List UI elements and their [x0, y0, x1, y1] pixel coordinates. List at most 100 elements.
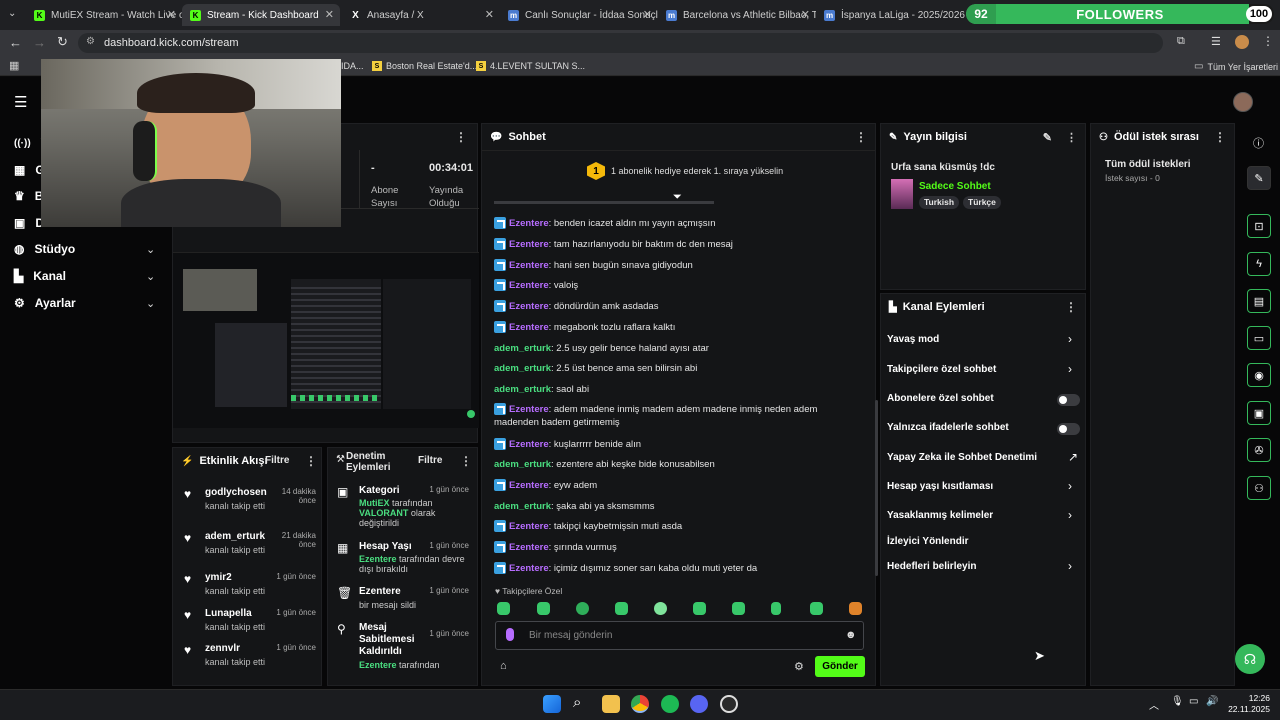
emote-icon[interactable]	[537, 602, 550, 615]
hamburger-menu-icon[interactable]: ☰	[14, 93, 27, 111]
extensions-icon[interactable]: ⧉	[1177, 35, 1185, 48]
emote-icon[interactable]	[654, 602, 667, 615]
channel-action-label[interactable]: İzleyici Yönlendir	[887, 536, 969, 547]
search-icon[interactable]: ⌕	[573, 694, 581, 711]
chevron-right-icon[interactable]: ›	[1068, 332, 1072, 346]
gift-leaderboard-text[interactable]: 1 abonelik hediye ederek 1. sıraya yükse…	[611, 166, 783, 176]
activity-username[interactable]: godlychosen	[205, 487, 267, 498]
notes-icon[interactable]: ▤	[1247, 289, 1271, 313]
chat-username[interactable]: Ezentere	[509, 239, 549, 250]
chrome-icon[interactable]	[631, 695, 649, 713]
chat-message-input[interactable]: Bir mesaj gönderin ☻	[495, 621, 864, 650]
edit-pencil-icon[interactable]: ✎	[1043, 131, 1052, 144]
sidebar-item-ayarlar[interactable]: ⚙ Ayarlar	[14, 296, 76, 310]
close-icon[interactable]: ✕	[801, 8, 810, 21]
site-info-icon[interactable]: ⚙	[86, 36, 95, 47]
close-icon[interactable]: ✕	[325, 8, 334, 21]
bookmark-boston[interactable]: S Boston Real Estate'd...	[372, 61, 477, 71]
channel-action-label[interactable]: Yalnızca ifadelerle sohbet	[887, 422, 1009, 433]
menu-kebab-icon[interactable]: ⋮	[1262, 34, 1274, 48]
back-icon[interactable]: ←	[9, 35, 22, 50]
channel-action-label[interactable]: Abonelere özel sohbet	[887, 393, 994, 404]
chat-username[interactable]: Ezentere	[509, 260, 549, 271]
emote-icon[interactable]	[497, 602, 510, 615]
sidebar-item-kanal[interactable]: ▙ Kanal	[14, 269, 66, 283]
close-icon[interactable]: ✕	[643, 8, 652, 21]
chevron-down-icon[interactable]: ⌄	[146, 270, 155, 283]
chat-username[interactable]: Ezentere	[509, 521, 549, 532]
support-headset-icon[interactable]: ☊	[1235, 644, 1265, 674]
emote-icon[interactable]	[693, 602, 706, 615]
forward-icon[interactable]: →	[33, 35, 46, 50]
microphone-icon[interactable]	[506, 628, 514, 641]
spotify-icon[interactable]	[661, 695, 679, 713]
settings-gear-icon[interactable]: ⚙	[794, 660, 804, 673]
moderation-actor[interactable]: Ezentere	[359, 660, 397, 670]
apps-grid-icon[interactable]: ▦	[9, 59, 19, 72]
sidebar-item-d[interactable]: ▣ D	[14, 216, 44, 230]
address-bar[interactable]: ⚙ dashboard.kick.com/stream	[78, 33, 1163, 53]
channel-action-label[interactable]: Yapay Zeka ile Sohbet Denetimi	[887, 452, 1037, 463]
menu-kebab-icon[interactable]: ⋮	[1065, 300, 1077, 314]
tab-search-icon[interactable]: ⌄	[8, 8, 16, 19]
chevron-down-icon[interactable]: ⌄	[146, 243, 155, 256]
channel-action-label[interactable]: Yasaklanmış kelimeler	[887, 510, 993, 521]
chat-username[interactable]: adem_erturk	[494, 343, 551, 354]
emote-icon[interactable]	[849, 602, 862, 615]
chat-username[interactable]: Ezentere	[509, 218, 549, 229]
channel-action-label[interactable]: Hesap yaşı kısıtlaması	[887, 481, 993, 492]
community-icon[interactable]: ⚇	[1247, 476, 1271, 500]
volume-icon[interactable]: 🔊	[1206, 696, 1218, 707]
info-icon[interactable]: ⓘ	[1253, 135, 1264, 151]
chat-username[interactable]: adem_erturk	[494, 501, 551, 512]
emote-icon[interactable]	[771, 602, 781, 615]
scan-icon[interactable]: ⊡	[1247, 214, 1271, 238]
profile-avatar[interactable]	[1235, 35, 1249, 49]
chat-username[interactable]: Ezentere	[509, 542, 549, 553]
steam-icon[interactable]	[720, 695, 738, 713]
microphone-tray-icon[interactable]: 🎙	[1171, 696, 1184, 707]
chat-icon[interactable]: ▭	[1247, 326, 1271, 350]
tab-x[interactable]: X Anasayfa / X ✕	[342, 4, 500, 26]
media-icon[interactable]: ☰	[1211, 35, 1221, 48]
tab-kick-dashboard[interactable]: K Stream - Kick Dashboard ✕	[182, 4, 340, 26]
chat-username[interactable]: Ezentere	[509, 563, 549, 574]
moderation-filter-button[interactable]: Filtre	[418, 455, 442, 466]
chevron-right-icon[interactable]: ›	[1068, 362, 1072, 376]
category-name[interactable]: Sadece Sohbet	[919, 181, 991, 192]
chat-username[interactable]: adem_erturk	[494, 384, 551, 395]
chat-username[interactable]: Ezentere	[509, 480, 549, 491]
chevron-down-icon[interactable]: ⌄	[146, 297, 155, 310]
emote-icon[interactable]	[576, 602, 589, 615]
chat-scrollbar[interactable]	[875, 400, 878, 576]
tray-chevron-icon[interactable]: ︿	[1149, 697, 1159, 712]
stream-preview-video[interactable]	[173, 252, 479, 428]
moderation-actor[interactable]: Ezentere	[359, 554, 397, 564]
chevron-right-icon[interactable]: ›	[1068, 479, 1072, 493]
channel-action-label[interactable]: Yavaş mod	[887, 334, 939, 345]
chat-username[interactable]: adem_erturk	[494, 459, 551, 470]
all-rewards-link[interactable]: Tüm ödül istekleri	[1105, 159, 1191, 170]
system-clock[interactable]: 12:26 22.11.2025	[1226, 693, 1270, 715]
sidebar-item-b[interactable]: ♛ B	[14, 189, 43, 203]
external-link-icon[interactable]: ↗	[1068, 450, 1078, 464]
tab-canli-sonuclar[interactable]: m Canlı Sonuçlar - İddaa Sonuçla ✕	[500, 4, 658, 26]
wrench-icon[interactable]: ✇	[1247, 438, 1271, 462]
channel-action-label[interactable]: Takipçilere özel sohbet	[887, 364, 996, 375]
menu-kebab-icon[interactable]: ⋮	[305, 454, 317, 468]
store-icon[interactable]: ⌂	[500, 660, 507, 672]
close-icon[interactable]: ✕	[167, 8, 176, 21]
discord-icon[interactable]	[690, 695, 708, 713]
emote-icon[interactable]	[810, 602, 823, 615]
windows-start-icon[interactable]	[543, 695, 561, 713]
tab-laliga[interactable]: m İspanya LaLiga - 2025/2026 - Pu	[816, 4, 966, 26]
tab-barcelona[interactable]: m Barcelona vs Athletic Bilbao, Tar ✕	[658, 4, 816, 26]
sidebar-item-studyo[interactable]: ◍ Stüdyo	[14, 242, 75, 256]
file-explorer-icon[interactable]	[602, 695, 620, 713]
chat-username[interactable]: Ezentere	[509, 439, 549, 450]
all-bookmarks[interactable]: ▭ Tüm Yer İşaretleri	[1194, 61, 1278, 72]
activity-filter-button[interactable]: Filtre	[265, 455, 289, 466]
broadcast-icon[interactable]: ◉	[1247, 363, 1271, 387]
emoji-picker-icon[interactable]: ☻	[845, 629, 857, 641]
menu-kebab-icon[interactable]: ⋮	[455, 130, 467, 144]
